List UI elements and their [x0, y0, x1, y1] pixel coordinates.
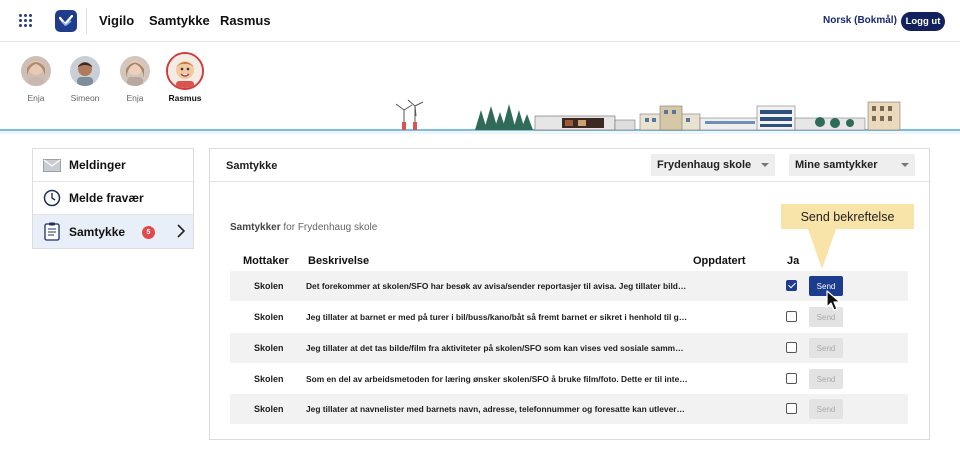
sidebar-item-meldinger[interactable]: Meldinger — [33, 149, 193, 182]
table-row: Skolen Som en del av arbeidsmetoden for … — [230, 364, 908, 394]
consent-checkbox[interactable] — [786, 373, 797, 384]
column-header-oppdatert: Oppdatert — [693, 255, 746, 267]
table-row: Skolen Det forekommer at skolen/SFO har … — [230, 271, 908, 301]
caret-down-icon — [761, 163, 769, 167]
clipboard-icon — [43, 222, 61, 241]
caret-down-icon — [901, 163, 909, 167]
send-button[interactable]: Send — [809, 369, 843, 389]
row-description[interactable]: Jeg tillater at barnet er med på turer i… — [306, 312, 688, 322]
nav-child-name[interactable]: Rasmus — [220, 13, 271, 28]
avatar — [120, 56, 150, 86]
column-header-ja: Ja — [787, 255, 800, 267]
row-receiver: Skolen — [254, 404, 284, 414]
row-description[interactable]: Jeg tillater at navnelister med barnets … — [306, 404, 688, 414]
row-description[interactable]: Jeg tillater at det tas bilde/film fra a… — [306, 343, 688, 353]
envelope-icon — [43, 156, 61, 174]
consent-panel: Samtykke Frydenhaug skole Mine samtykker… — [209, 148, 930, 440]
sidebar-item-label: Meldinger — [69, 158, 126, 172]
sidebar-item-melde-fravaer[interactable]: Melde fravær — [33, 182, 193, 215]
column-header-beskrivelse: Beskrivelse — [308, 255, 370, 267]
school-select[interactable]: Frydenhaug skole — [651, 154, 775, 176]
tooltip-arrow — [808, 229, 836, 269]
unread-count-badge: 5 — [142, 226, 155, 239]
school-select-value: Frydenhaug skole — [657, 159, 752, 171]
skyline-illustration — [0, 99, 960, 134]
consent-checkbox[interactable] — [786, 280, 797, 291]
table-row: Skolen Jeg tillater at barnet er med på … — [230, 302, 908, 332]
avatar — [70, 56, 100, 86]
vigilo-logo-icon[interactable] — [55, 10, 77, 32]
column-header-mottaker: Mottaker — [243, 255, 289, 267]
consent-checkbox[interactable] — [786, 342, 797, 353]
logout-button[interactable]: Logg ut — [901, 12, 945, 31]
sidebar-item-samtykke[interactable]: Samtykke 5 — [33, 215, 193, 248]
list-subheading: Samtykker for Frydenhaug skole — [230, 222, 377, 233]
brand-link[interactable]: Vigilo — [99, 13, 134, 28]
table-row: Skolen Jeg tillater at navnelister med b… — [230, 394, 908, 424]
nav-samtykke[interactable]: Samtykke — [149, 13, 210, 28]
consent-checkbox[interactable] — [786, 311, 797, 322]
filter-select-value: Mine samtykker — [795, 159, 878, 171]
table-row: Skolen Jeg tillater at det tas bilde/fil… — [230, 333, 908, 363]
filter-select[interactable]: Mine samtykker — [789, 154, 915, 176]
send-button[interactable]: Send — [809, 338, 843, 358]
top-bar: Vigilo Samtykke Rasmus Norsk (Bokmål) Lo… — [0, 0, 960, 42]
chevron-right-icon — [176, 224, 186, 241]
panel-header: Samtykke Frydenhaug skole Mine samtykker — [210, 149, 929, 182]
row-receiver: Skolen — [254, 374, 284, 384]
avatar — [166, 52, 204, 90]
row-description[interactable]: Som en del av arbeidsmetoden for læring … — [306, 374, 688, 384]
consent-checkbox[interactable] — [786, 403, 797, 414]
send-button[interactable]: Send — [809, 399, 843, 419]
send-confirmation-tooltip: Send bekreftelse — [781, 204, 914, 229]
clock-icon — [43, 189, 61, 207]
panel-title: Samtykke — [226, 160, 278, 172]
sidebar-menu: Meldinger Melde fravær Samtykke 5 — [32, 148, 194, 249]
language-selector[interactable]: Norsk (Bokmål) — [823, 15, 897, 26]
app-grid-icon[interactable] — [19, 14, 33, 28]
row-receiver: Skolen — [254, 281, 284, 291]
row-receiver: Skolen — [254, 343, 284, 353]
sidebar-item-label: Melde fravær — [69, 191, 144, 205]
avatar — [21, 56, 51, 86]
children-banner: Enja Simeon Enja Rasmus — [0, 42, 960, 134]
divider — [86, 8, 87, 34]
mouse-pointer-icon — [826, 290, 841, 311]
sidebar-item-label: Samtykke — [69, 224, 126, 239]
subheading-rest: for Frydenhaug skole — [280, 222, 378, 233]
row-receiver: Skolen — [254, 312, 284, 322]
row-description[interactable]: Det forekommer at skolen/SFO har besøk a… — [306, 281, 688, 291]
subheading-bold: Samtykker — [230, 222, 281, 233]
